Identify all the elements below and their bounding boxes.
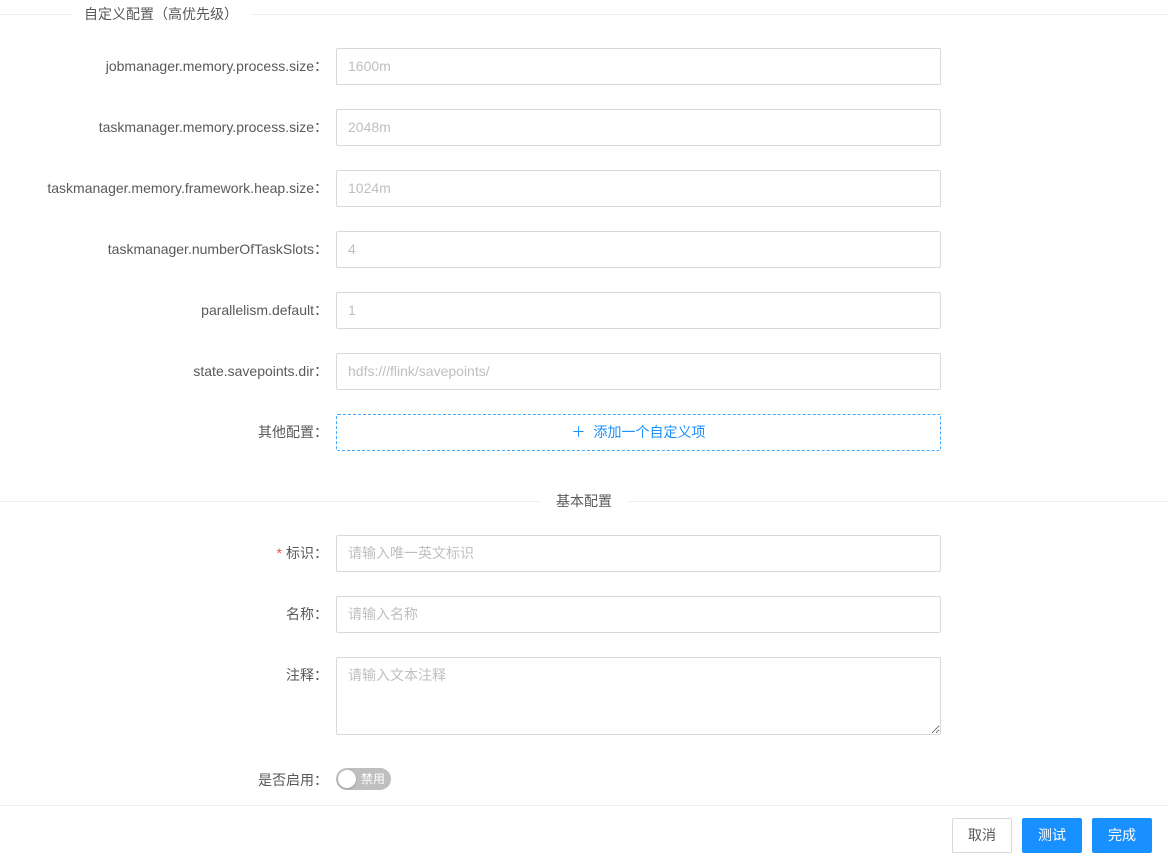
- switch-knob: [338, 770, 356, 788]
- section-title-basic: 基本配置: [540, 493, 628, 509]
- savepoints-label: state.savepoints.dir: [193, 363, 328, 379]
- note-label: 注释: [286, 667, 328, 683]
- footer: 取消 测试 完成: [0, 805, 1168, 865]
- finish-button[interactable]: 完成: [1092, 818, 1152, 853]
- name-label: 名称: [286, 606, 328, 622]
- taskmanager-heap-input[interactable]: [336, 170, 941, 207]
- name-input[interactable]: [336, 596, 941, 633]
- parallelism-label: parallelism.default: [201, 302, 328, 318]
- form-container: 自定义配置（高优先级） jobmanager.memory.process.si…: [0, 4, 1168, 793]
- enable-switch[interactable]: 禁用: [336, 768, 391, 790]
- switch-text: 禁用: [361, 768, 385, 790]
- test-button[interactable]: 测试: [1022, 818, 1082, 853]
- id-label: 标识: [277, 545, 328, 561]
- taskmanager-mem-label: taskmanager.memory.process.size: [99, 119, 328, 135]
- add-custom-label: 添加一个自定义项: [594, 422, 706, 443]
- section-divider-basic: 基本配置: [0, 491, 1168, 511]
- id-input[interactable]: [336, 535, 941, 572]
- taskmanager-heap-label: taskmanager.memory.framework.heap.size: [47, 180, 328, 196]
- jobmanager-input[interactable]: [336, 48, 941, 85]
- cancel-button[interactable]: 取消: [952, 818, 1012, 853]
- slots-label: taskmanager.numberOfTaskSlots: [108, 241, 328, 257]
- other-config-label: 其他配置: [258, 424, 328, 440]
- savepoints-input[interactable]: [336, 353, 941, 390]
- note-textarea[interactable]: [336, 657, 941, 735]
- taskmanager-mem-input[interactable]: [336, 109, 941, 146]
- enable-label: 是否启用: [258, 772, 328, 788]
- plus-icon: ＋: [572, 422, 586, 443]
- section-title-custom: 自定义配置（高优先级）: [72, 6, 250, 22]
- section-divider-custom: 自定义配置（高优先级）: [0, 4, 1168, 24]
- slots-input[interactable]: [336, 231, 941, 268]
- jobmanager-label: jobmanager.memory.process.size: [106, 58, 328, 74]
- parallelism-input[interactable]: [336, 292, 941, 329]
- add-custom-button[interactable]: ＋ 添加一个自定义项: [336, 414, 941, 451]
